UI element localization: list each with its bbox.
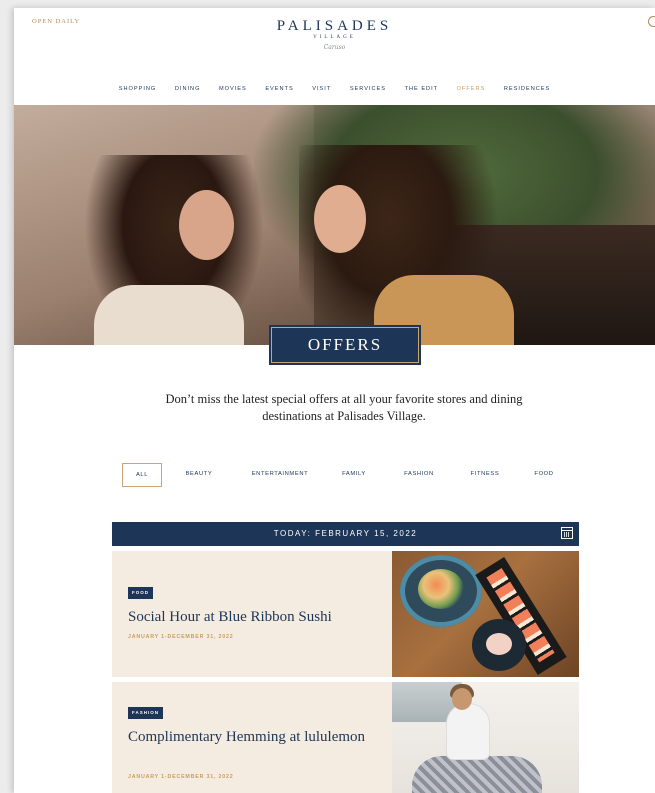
filter-fitness[interactable]: FITNESS — [460, 463, 510, 485]
nav-item-services[interactable]: SERVICES — [350, 86, 386, 92]
filter-food[interactable]: FOOD — [524, 463, 564, 485]
main-nav: SHOPPING DINING MOVIES EVENTS VISIT SERV… — [14, 86, 655, 92]
filter-beauty[interactable]: BEAUTY — [174, 463, 224, 485]
nav-item-the-edit[interactable]: THE EDIT — [405, 86, 438, 92]
offer-card[interactable]: FOOD Social Hour at Blue Ribbon Sushi JA… — [112, 551, 579, 677]
page-title: OFFERS — [269, 325, 421, 365]
nav-item-visit[interactable]: VISIT — [312, 86, 331, 92]
hero-girl-left-face — [179, 190, 234, 260]
category-filters: ALL BEAUTY ENTERTAINMENT FAMILY FASHION … — [122, 463, 562, 487]
filter-fashion[interactable]: FASHION — [394, 463, 444, 485]
search-icon[interactable] — [648, 16, 655, 27]
yoga-head — [452, 688, 472, 710]
nav-item-movies[interactable]: MOVIES — [219, 86, 247, 92]
offer-dates: JANUARY 1-DECEMBER 31, 2022 — [128, 774, 234, 780]
filter-all[interactable]: ALL — [122, 463, 162, 487]
nav-item-shopping[interactable]: SHOPPING — [119, 86, 157, 92]
date-label: TODAY: FEBRUARY 15, 2022 — [273, 529, 418, 538]
nav-item-offers[interactable]: OFFERS — [457, 86, 486, 92]
offer-image-sushi[interactable] — [392, 551, 579, 677]
hero-image — [14, 105, 655, 345]
sashimi-plate — [472, 619, 526, 671]
nav-item-events[interactable]: EVENTS — [265, 86, 293, 92]
hero-girl-right-face — [314, 185, 366, 253]
date-bar: TODAY: FEBRUARY 15, 2022 — [112, 522, 579, 546]
offer-title[interactable]: Complimentary Hemming at lululemon — [128, 726, 368, 748]
hero-girl-left-dress — [94, 285, 244, 345]
sushi-bowl — [400, 555, 482, 627]
site-logo[interactable]: PALISADES VILLAGE Caruso — [14, 18, 655, 54]
page: OPEN DAILY PALISADES VILLAGE Caruso SHOP… — [14, 8, 655, 793]
intro-text: Don’t miss the latest special offers at … — [165, 392, 523, 423]
yoga-torso — [447, 704, 489, 759]
filter-entertainment[interactable]: ENTERTAINMENT — [240, 463, 320, 485]
calendar-icon[interactable] — [561, 527, 573, 539]
filter-family[interactable]: FAMILY — [332, 463, 376, 485]
nav-item-residences[interactable]: RESIDENCES — [504, 86, 550, 92]
category-tag: FOOD — [128, 587, 153, 599]
offer-dates: JANUARY 1-DECEMBER 31, 2022 — [128, 634, 234, 640]
logo-sub-text: VILLAGE — [313, 35, 356, 40]
nav-item-dining[interactable]: DINING — [175, 86, 201, 92]
offer-card[interactable]: FASHION Complimentary Hemming at lululem… — [112, 682, 579, 793]
category-tag: FASHION — [128, 707, 164, 719]
logo-main-text: PALISADES — [276, 18, 393, 34]
offer-title[interactable]: Social Hour at Blue Ribbon Sushi — [128, 606, 368, 628]
yoga-legs — [412, 756, 542, 793]
logo-script-text: Caruso — [323, 44, 346, 51]
offer-image-yoga[interactable] — [392, 682, 579, 793]
